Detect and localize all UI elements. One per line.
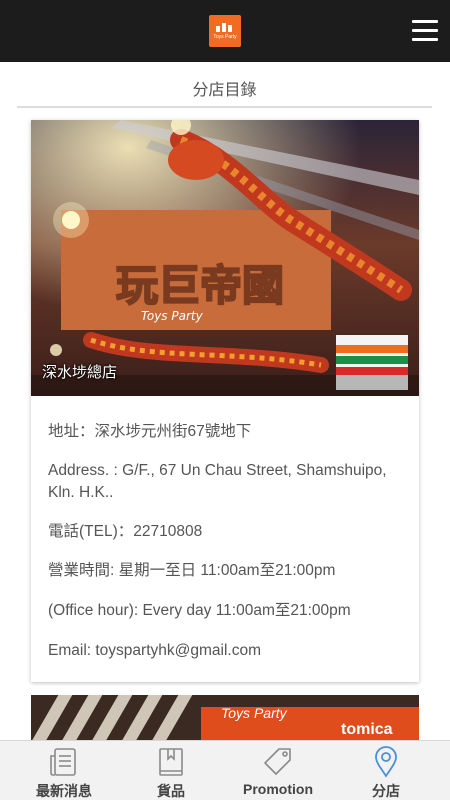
tab-promotion-label: Promotion bbox=[243, 781, 313, 797]
email[interactable]: Email: toyspartyhk@gmail.com bbox=[48, 640, 261, 662]
store-name-caption: 深水埗總店 bbox=[42, 364, 118, 381]
tab-branches-label: 分店 bbox=[372, 783, 400, 799]
logo-text: Toys Party bbox=[213, 33, 237, 40]
hamburger-menu-button[interactable] bbox=[412, 20, 438, 42]
logo[interactable]: Toys Party bbox=[209, 15, 241, 47]
main-content[interactable]: 分店目錄 玩巨帝國 Toys Party 深水埗總店 地址：深水埗元州街67號地… bbox=[0, 62, 450, 740]
hamburger-icon bbox=[412, 20, 438, 23]
store-sign: Toys Party tomica bbox=[201, 705, 419, 740]
store-card-2[interactable]: Toys Party tomica bbox=[31, 695, 419, 740]
section-header: 分店目錄 bbox=[17, 62, 432, 108]
page-title: 分店目錄 bbox=[192, 82, 257, 99]
tab-products-label: 貨品 bbox=[157, 783, 185, 799]
tab-news-label: 最新消息 bbox=[36, 783, 92, 799]
store-card[interactable]: 玩巨帝國 Toys Party 深水埗總店 地址：深水埗元州街67號地下 Add… bbox=[31, 120, 419, 682]
tab-products[interactable]: 貨品 bbox=[115, 741, 227, 800]
address-en: Address. : G/F., 67 Un Chau Street, Sham… bbox=[48, 462, 387, 501]
storefront-image: 玩巨帝國 Toys Party bbox=[31, 120, 419, 396]
store-photo[interactable]: 玩巨帝國 Toys Party 深水埗總店 bbox=[31, 120, 419, 396]
book-icon bbox=[159, 748, 183, 776]
news-icon bbox=[50, 748, 76, 776]
hours-zh: 營業時間: 星期一至日 11:00am至21:00pm bbox=[48, 562, 336, 579]
tab-promotion[interactable]: Promotion bbox=[222, 741, 334, 800]
svg-text:Toys Party: Toys Party bbox=[141, 309, 204, 323]
hours-en: (Office hour): Every day 11:00am至21:00pm bbox=[48, 602, 351, 619]
tab-branches[interactable]: 分店 bbox=[330, 741, 442, 800]
bottom-tab-bar: 最新消息 貨品 Promotion 分店 bbox=[0, 740, 450, 800]
phone[interactable]: 電話(TEL)：22710808 bbox=[48, 521, 202, 543]
top-bar: Toys Party bbox=[0, 0, 450, 62]
store-sign-text-2: tomica bbox=[341, 721, 393, 738]
store-sign-text: Toys Party bbox=[221, 705, 287, 721]
tab-news[interactable]: 最新消息 bbox=[8, 741, 120, 800]
location-pin-icon bbox=[375, 746, 397, 778]
logo-mark-icon bbox=[214, 22, 236, 32]
tag-icon bbox=[264, 748, 291, 775]
address-zh: 地址：深水埗元州街67號地下 bbox=[48, 423, 252, 440]
svg-text:玩巨帝國: 玩巨帝國 bbox=[116, 261, 284, 310]
